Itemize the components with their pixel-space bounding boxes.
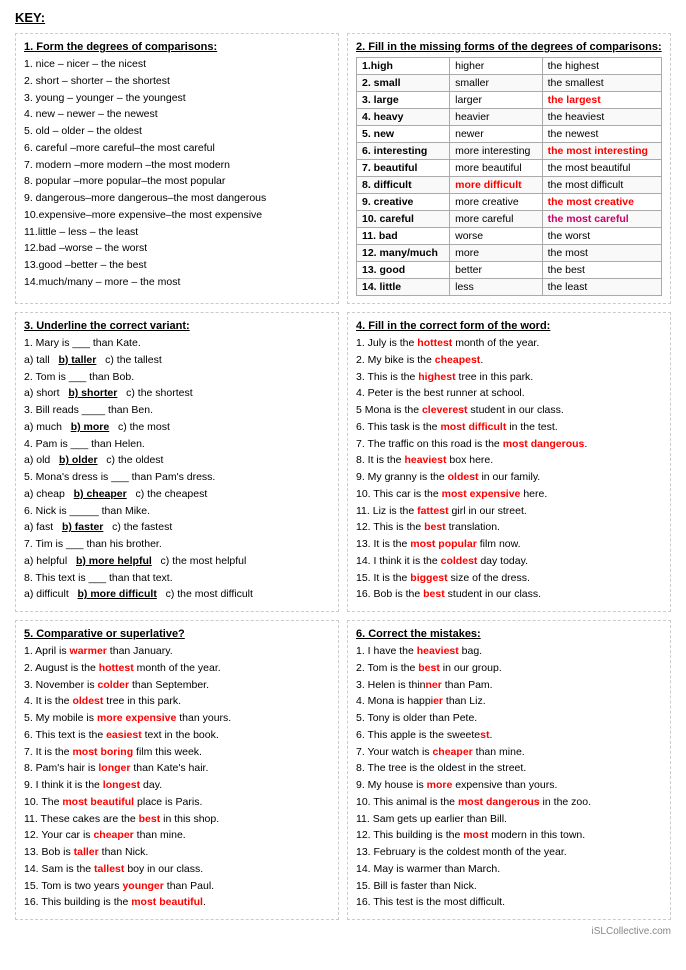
table-row: 6. interestingmore interestingthe most i… <box>357 143 662 160</box>
table-row: 3. largelargerthe largest <box>357 92 662 109</box>
section-5-content: 1. April is warmer than January. 2. Augu… <box>24 644 330 911</box>
section-6: 6. Correct the mistakes: 1. I have the h… <box>347 620 671 920</box>
section-1-title: 1. Form the degrees of comparisons: <box>24 41 330 53</box>
table-row: 14. littlelessthe least <box>357 279 662 296</box>
section-6-content: 1. I have the heaviest bag. 2. Tom is th… <box>356 644 662 911</box>
section-6-title: 6. Correct the mistakes: <box>356 628 662 640</box>
table-row: 2. smallsmallerthe smallest <box>357 75 662 92</box>
table-row: 8. difficultmore difficultthe most diffi… <box>357 177 662 194</box>
section-4-title: 4. Fill in the correct form of the word: <box>356 320 662 332</box>
table-row: 5. newnewerthe newest <box>357 126 662 143</box>
table-row: 13. goodbetterthe best <box>357 262 662 279</box>
watermark: iSLCollective.com <box>15 926 671 937</box>
table-row: 1.highhigherthe highest <box>357 58 662 75</box>
section-1: 1. Form the degrees of comparisons: 1. n… <box>15 33 339 304</box>
section-5-title: 5. Comparative or superlative? <box>24 628 330 640</box>
section-1-content: 1. nice – nicer – the nicest 2. short – … <box>24 57 330 291</box>
section-3: 3. Underline the correct variant: 1. Mar… <box>15 312 339 612</box>
key-title: KEY: <box>15 10 671 25</box>
section-5: 5. Comparative or superlative? 1. April … <box>15 620 339 920</box>
section-3-title: 3. Underline the correct variant: <box>24 320 330 332</box>
section-3-content: 1. Mary is ___ than Kate. a) tall b) tal… <box>24 336 330 603</box>
comparisons-table: 1.highhigherthe highest 2. smallsmallert… <box>356 57 662 296</box>
section-4-content: 1. July is the hottest month of the year… <box>356 336 662 603</box>
table-row: 7. beautifulmore beautifulthe most beaut… <box>357 160 662 177</box>
table-row: 12. many/muchmorethe most <box>357 245 662 262</box>
section-2: 2. Fill in the missing forms of the degr… <box>347 33 671 304</box>
section-4: 4. Fill in the correct form of the word:… <box>347 312 671 612</box>
table-row: 11. badworsethe worst <box>357 228 662 245</box>
table-row: 9. creativemore creativethe most creativ… <box>357 194 662 211</box>
table-row: 4. heavyheavierthe heaviest <box>357 109 662 126</box>
table-row: 10. carefulmore carefulthe most careful <box>357 211 662 228</box>
section-2-title: 2. Fill in the missing forms of the degr… <box>356 41 662 53</box>
